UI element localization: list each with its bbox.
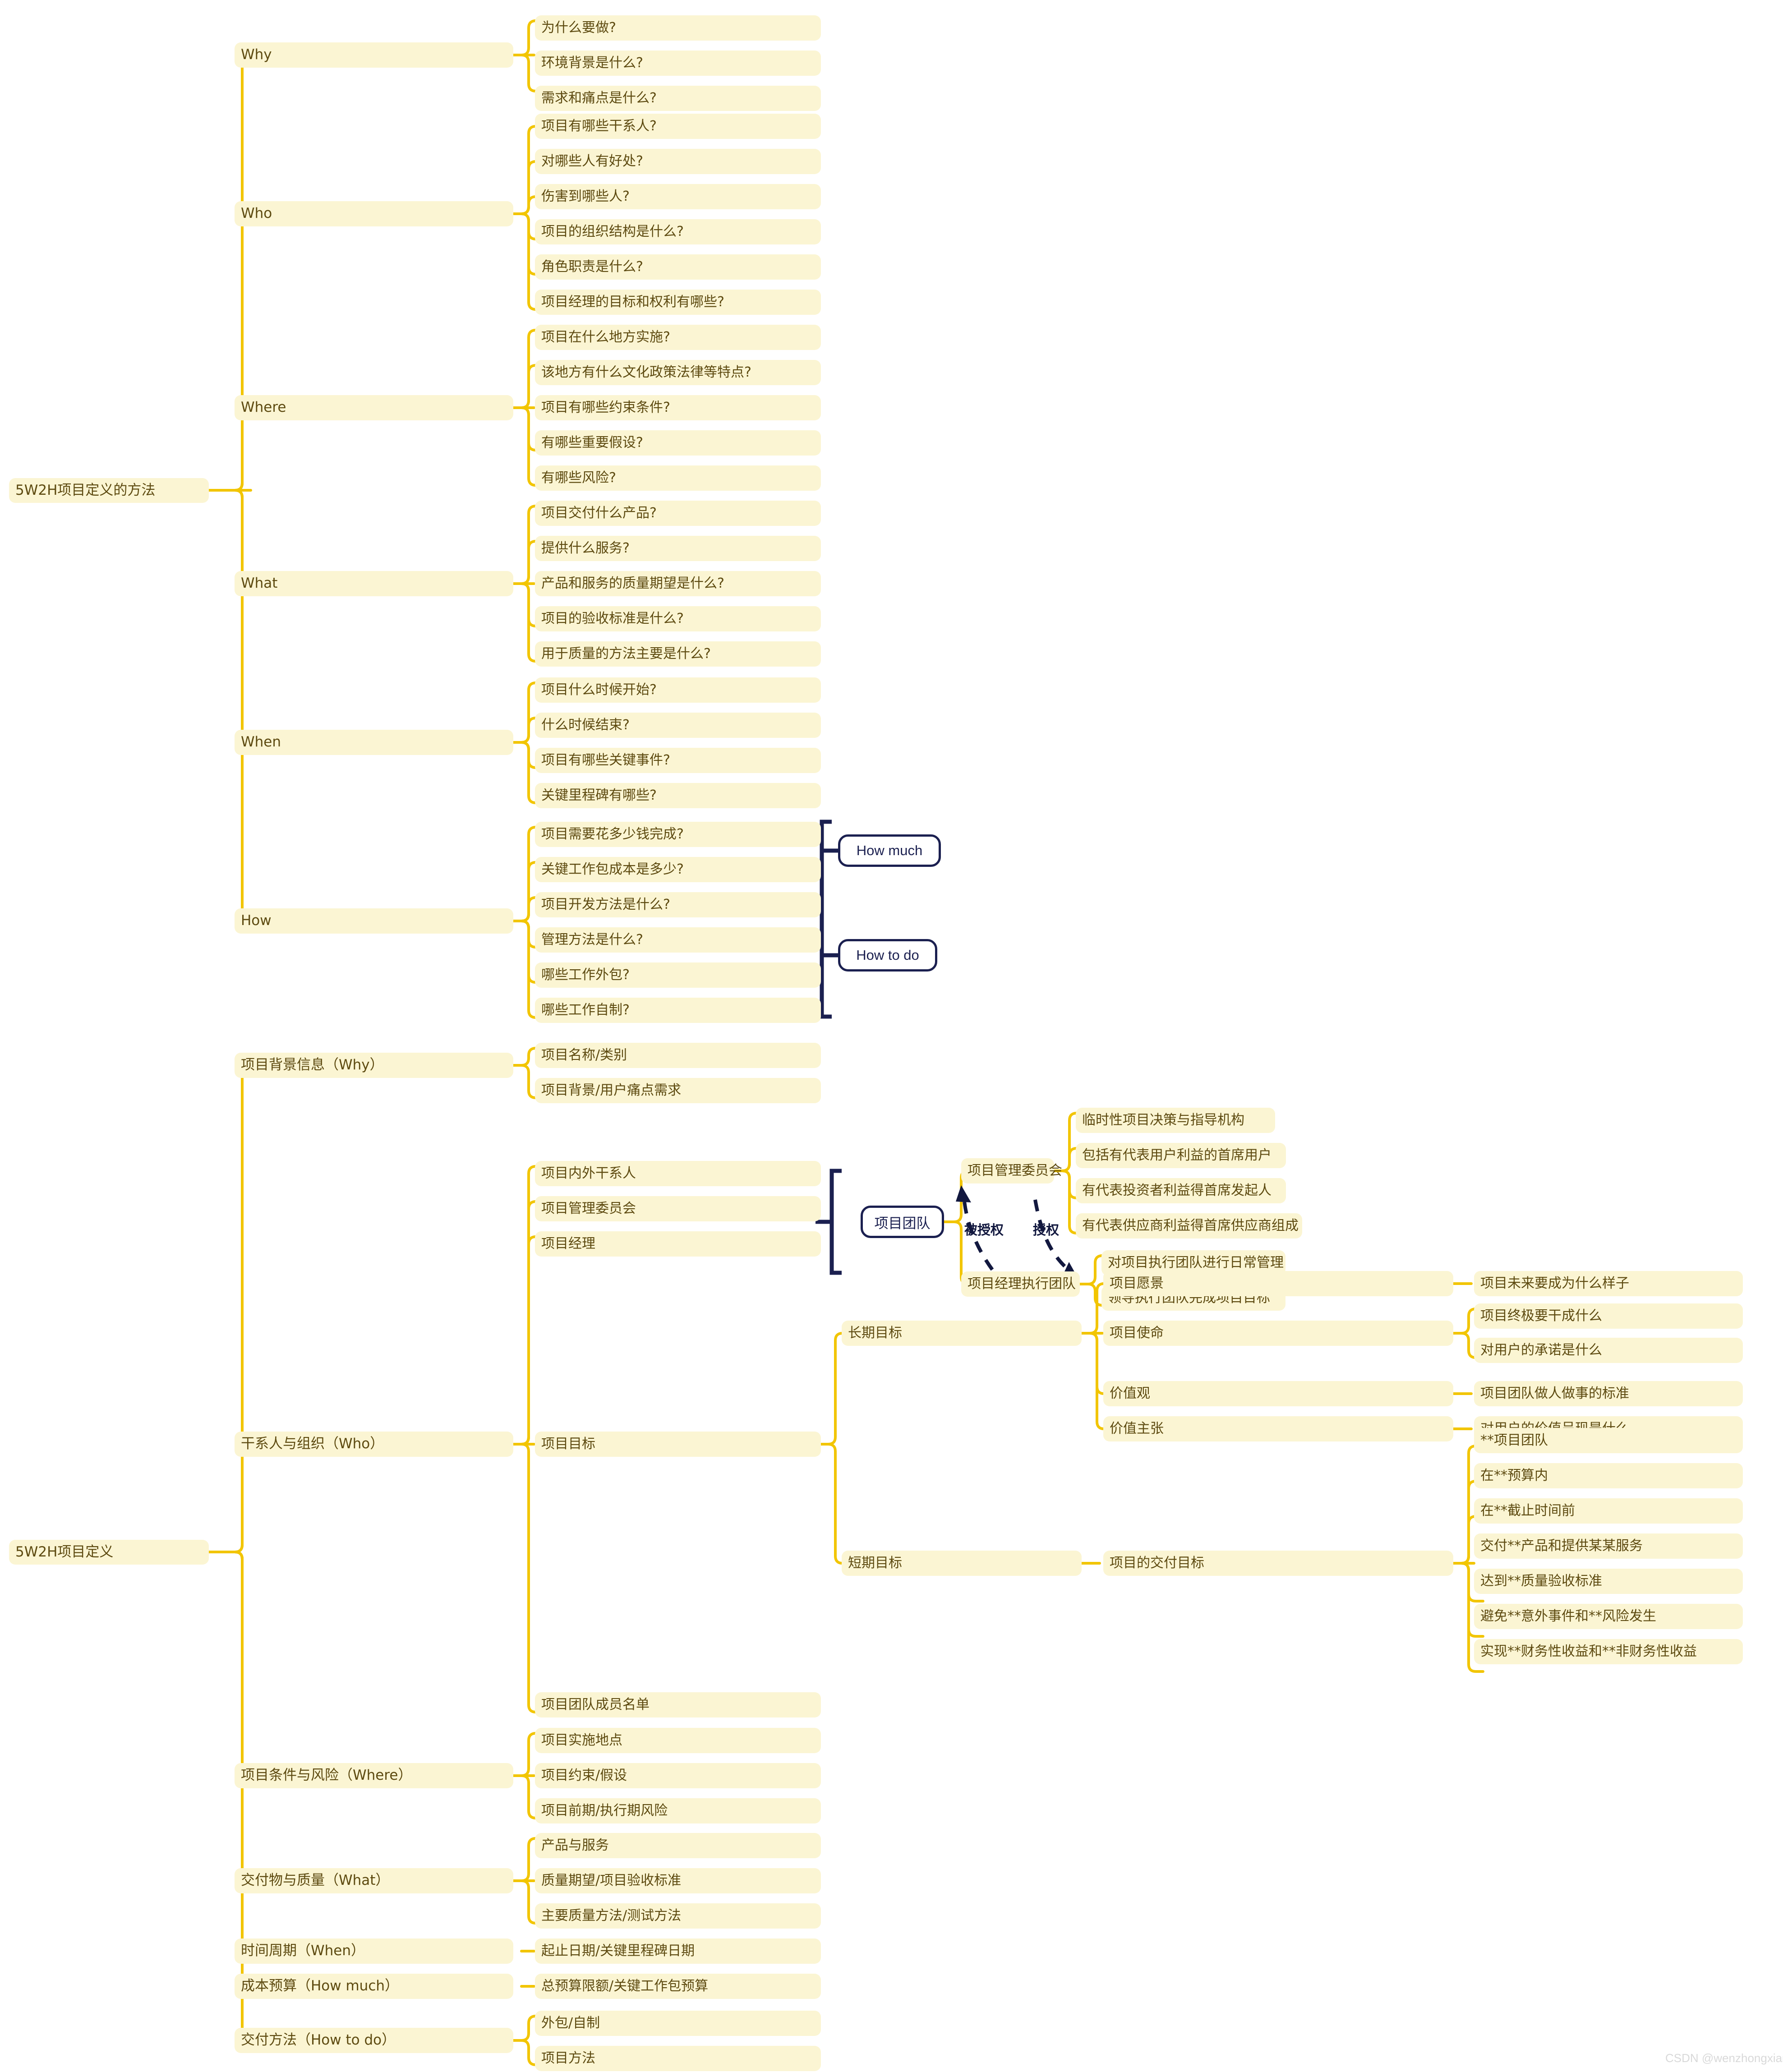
leaf-node[interactable]: 项目团队做人做事的标准 — [1474, 1381, 1743, 1406]
leaf-node[interactable]: 项目名称/类别 — [535, 1043, 821, 1068]
leaf-node[interactable]: 项目内外干系人 — [535, 1161, 821, 1186]
branch-label-how[interactable]: How — [235, 908, 513, 934]
leaf-node[interactable]: 项目有哪些关键事件? — [535, 748, 821, 773]
leaf-node[interactable]: 主要质量方法/测试方法 — [535, 1903, 821, 1929]
node-project-vision[interactable]: 项目愿景 — [1103, 1271, 1453, 1296]
leaf-node[interactable]: 起止日期/关键里程碑日期 — [535, 1938, 821, 1964]
leaf-node[interactable]: 实现**财务性收益和**非财务性收益 — [1474, 1639, 1743, 1664]
leaf-node[interactable]: 伤害到哪些人? — [535, 184, 821, 209]
leaf-node[interactable]: 交付**产品和提供某某服务 — [1474, 1533, 1743, 1559]
leaf-node-project-manager[interactable]: 项目经理 — [535, 1231, 821, 1257]
leaf-node[interactable]: 关键工作包成本是多少? — [535, 857, 821, 882]
node-short-term-goals[interactable]: 短期目标 — [842, 1551, 1082, 1576]
node-long-term-goals[interactable]: 长期目标 — [842, 1321, 1082, 1346]
leaf-node[interactable]: 关键里程碑有哪些? — [535, 783, 821, 808]
leaf-node[interactable]: 项目终极要干成什么 — [1474, 1303, 1743, 1329]
leaf-node[interactable]: 用于质量的方法主要是什么? — [535, 641, 821, 667]
node-committee[interactable]: 项目管理委员会 — [961, 1158, 1062, 1183]
branch-label-how-much-budget[interactable]: 成本预算（How much） — [235, 1974, 513, 1999]
leaf-node[interactable]: 项目前期/执行期风险 — [535, 1798, 821, 1823]
branch-label-why-background[interactable]: 项目背景信息（Why） — [235, 1053, 513, 1078]
mindmap-canvas: 5W2H项目定义的方法 Why Who Where What When How … — [0, 0, 1783, 2072]
leaf-node[interactable]: 有代表投资者利益得首席发起人 — [1076, 1178, 1286, 1203]
edge-label-delegated: 被授权 — [964, 1222, 1004, 1238]
leaf-node[interactable]: 项目约束/假设 — [535, 1763, 821, 1788]
leaf-node[interactable]: 质量期望/项目验收标准 — [535, 1868, 821, 1893]
leaf-node-team-roster[interactable]: 项目团队成员名单 — [535, 1692, 821, 1717]
leaf-node[interactable]: 项目背景/用户痛点需求 — [535, 1078, 821, 1103]
leaf-node[interactable]: 项目开发方法是什么? — [535, 892, 821, 917]
watermark-label: CSDN @wenzhongxiang — [1665, 2051, 1783, 2065]
leaf-node[interactable]: 管理方法是什么? — [535, 927, 821, 953]
leaf-node[interactable]: 项目的验收标准是什么? — [535, 606, 821, 631]
group-box-how-to-do[interactable]: How to do — [838, 939, 937, 972]
branch-label-who[interactable]: Who — [235, 201, 513, 226]
branch-label-what[interactable]: What — [235, 571, 513, 596]
leaf-node[interactable]: 避免**意外事件和**风险发生 — [1474, 1604, 1743, 1629]
node-exec-team[interactable]: 项目经理执行团队 — [961, 1271, 1080, 1297]
leaf-node[interactable]: 项目实施地点 — [535, 1728, 821, 1753]
leaf-node[interactable]: 项目的组织结构是什么? — [535, 219, 821, 244]
box-node-project-team[interactable]: 项目团队 — [861, 1206, 944, 1238]
branch-label-when-timeline[interactable]: 时间周期（When） — [235, 1938, 513, 1964]
leaf-node[interactable]: 哪些工作自制? — [535, 998, 821, 1023]
root-node-map1[interactable]: 5W2H项目定义的方法 — [9, 478, 209, 503]
connector-edges — [207, 19, 1484, 2066]
leaf-node[interactable]: 项目未来要成为什么样子 — [1474, 1271, 1743, 1296]
leaf-node[interactable]: 什么时候结束? — [535, 713, 821, 738]
leaf-node[interactable]: 为什么要做? — [535, 15, 821, 41]
leaf-node[interactable]: 产品和服务的质量期望是什么? — [535, 571, 821, 596]
leaf-node[interactable]: 项目需要花多少钱完成? — [535, 822, 821, 847]
leaf-node[interactable]: 在**预算内 — [1474, 1463, 1743, 1488]
leaf-node[interactable]: 环境背景是什么? — [535, 51, 821, 76]
leaf-node[interactable]: 在**截止时间前 — [1474, 1498, 1743, 1524]
leaf-node[interactable]: 对用户的承诺是什么 — [1474, 1338, 1743, 1363]
edge-label-delegate: 授权 — [1033, 1222, 1060, 1238]
branch-label-how-to-do-method[interactable]: 交付方法（How to do） — [235, 2028, 513, 2053]
node-values[interactable]: 价值观 — [1103, 1381, 1453, 1406]
leaf-node[interactable]: 外包/自制 — [535, 2011, 821, 2036]
group-box-how-much[interactable]: How much — [838, 834, 941, 867]
leaf-node[interactable]: 临时性项目决策与指导机构 — [1076, 1108, 1275, 1133]
branch-label-who-stakeholders[interactable]: 干系人与组织（Who） — [235, 1432, 513, 1457]
branch-label-when[interactable]: When — [235, 730, 513, 755]
leaf-node[interactable]: 有哪些风险? — [535, 465, 821, 491]
node-delivery-goals[interactable]: 项目的交付目标 — [1103, 1551, 1453, 1576]
leaf-node[interactable]: **项目团队 — [1474, 1428, 1743, 1453]
leaf-node[interactable]: 项目经理的目标和权利有哪些? — [535, 290, 821, 315]
leaf-node[interactable]: 角色职责是什么? — [535, 254, 821, 280]
leaf-node[interactable]: 项目交付什么产品? — [535, 501, 821, 526]
node-project-mission[interactable]: 项目使命 — [1103, 1321, 1453, 1346]
branch-label-why[interactable]: Why — [235, 42, 513, 68]
leaf-node[interactable]: 项目有哪些干系人? — [535, 114, 821, 139]
leaf-node[interactable]: 对哪些人有好处? — [535, 149, 821, 174]
leaf-node[interactable]: 包括有代表用户利益的首席用户 — [1076, 1143, 1286, 1168]
leaf-node[interactable]: 需求和痛点是什么? — [535, 86, 821, 111]
node-value-proposition[interactable]: 价值主张 — [1103, 1416, 1453, 1441]
root-node-map2[interactable]: 5W2H项目定义 — [9, 1540, 209, 1565]
leaf-node[interactable]: 总预算限额/关键工作包预算 — [535, 1974, 821, 1999]
leaf-node[interactable]: 提供什么服务? — [535, 536, 821, 561]
leaf-node[interactable]: 有代表供应商利益得首席供应商组成 — [1076, 1213, 1302, 1239]
leaf-node[interactable]: 哪些工作外包? — [535, 962, 821, 988]
leaf-node[interactable]: 有哪些重要假设? — [535, 430, 821, 456]
leaf-node[interactable]: 项目在什么地方实施? — [535, 325, 821, 350]
leaf-node[interactable]: 达到**质量验收标准 — [1474, 1569, 1743, 1594]
leaf-node[interactable]: 项目方法 — [535, 2046, 821, 2071]
branch-label-where[interactable]: Where — [235, 395, 513, 420]
leaf-node[interactable]: 项目什么时候开始? — [535, 677, 821, 703]
leaf-node[interactable]: 该地方有什么文化政策法律等特点? — [535, 360, 821, 385]
leaf-node[interactable]: 项目有哪些约束条件? — [535, 395, 821, 420]
node-project-goals[interactable]: 项目目标 — [535, 1432, 821, 1457]
branch-label-what-deliverables[interactable]: 交付物与质量（What） — [235, 1868, 513, 1893]
leaf-node-committee[interactable]: 项目管理委员会 — [535, 1196, 821, 1221]
leaf-node[interactable]: 产品与服务 — [535, 1833, 821, 1858]
branch-label-where-conditions[interactable]: 项目条件与风险（Where） — [235, 1763, 513, 1788]
